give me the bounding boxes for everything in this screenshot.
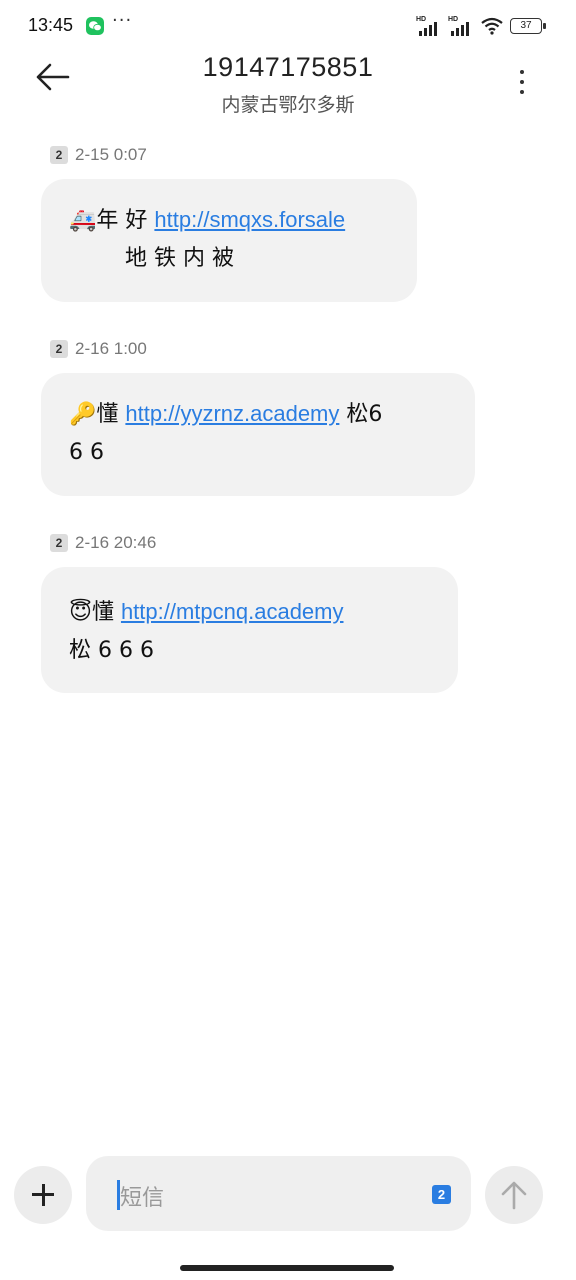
battery-icon: 37 (510, 18, 546, 34)
home-indicator[interactable] (180, 1265, 394, 1271)
message-bubble[interactable]: 😇懂 http://mtpcnq.academy 松 6 6 6 (41, 567, 458, 693)
wifi-icon (481, 17, 503, 35)
add-attachment-button[interactable] (14, 1166, 72, 1224)
message-timestamp: 2-16 1:00 (75, 339, 147, 358)
arrow-up-icon (501, 1181, 527, 1210)
send-button[interactable] (485, 1166, 543, 1224)
message-text: 松6 (339, 402, 383, 427)
ambulance-icon: 🚑 (69, 208, 97, 233)
angel-face-icon: 😇 (69, 600, 92, 625)
signal-icon: HD (416, 16, 442, 36)
sim-card-icon: 2 (50, 340, 68, 358)
more-vertical-icon (520, 70, 524, 74)
key-icon: 🔑 (69, 402, 97, 427)
composer-bar: 短信 2 (0, 1152, 576, 1242)
more-options-button[interactable] (510, 66, 534, 98)
status-icons: HD HD 37 (416, 14, 546, 38)
battery-level: 37 (520, 20, 532, 31)
contact-number: 19147175851 (202, 52, 374, 82)
message-text: 懂 (91, 600, 121, 625)
message-text: 6 6 (69, 440, 104, 465)
message-text: 松 6 6 6 (69, 638, 154, 663)
message-link[interactable]: http://smqxs.forsale (154, 207, 345, 232)
notification-more-icon: ··· (112, 10, 133, 31)
message-meta: 2 2-15 0:07 (50, 145, 147, 165)
message-input[interactable]: 短信 2 (86, 1156, 471, 1231)
message-link[interactable]: http://yyzrnz.academy (125, 401, 339, 426)
signal-icon: HD (448, 16, 474, 36)
status-time: 13:45 (28, 15, 74, 35)
input-placeholder: 短信 (120, 1186, 165, 1211)
message-text: 年 好 (96, 208, 155, 233)
message-link[interactable]: http://mtpcnq.academy (121, 599, 344, 624)
status-bar: 13:45 ··· HD HD 37 (0, 0, 576, 52)
message-text: 懂 (96, 402, 126, 427)
sim-card-icon: 2 (50, 534, 68, 552)
wechat-icon (86, 17, 104, 35)
sim-select-button[interactable]: 2 (432, 1185, 451, 1204)
message-meta: 2 2-16 1:00 (50, 339, 147, 359)
sim-card-icon: 2 (50, 146, 68, 164)
message-timestamp: 2-16 20:46 (75, 533, 157, 552)
message-text: 地 铁 内 被 (103, 246, 234, 271)
message-meta: 2 2-16 20:46 (50, 533, 156, 553)
contact-location: 内蒙古鄂尔多斯 (221, 94, 355, 116)
message-bubble[interactable]: 🔑懂 http://yyzrnz.academy 松6 6 6 (41, 373, 475, 496)
message-timestamp: 2-15 0:07 (75, 145, 147, 164)
message-bubble[interactable]: 🚑年 好 http://smqxs.forsale 地 铁 内 被 (41, 179, 417, 302)
